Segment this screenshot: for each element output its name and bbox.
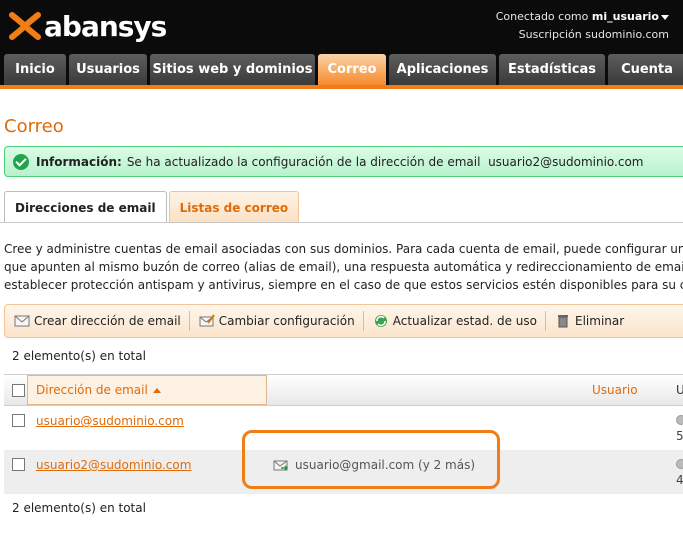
tab-cuenta[interactable]: Cuenta: [608, 54, 683, 85]
tab-usuarios[interactable]: Usuarios: [69, 54, 147, 85]
update-stats-button[interactable]: Actualizar estad. de uso: [364, 310, 545, 332]
tab-sitios-web[interactable]: Sitios web y dominios: [150, 54, 315, 85]
usage-value: 4: [676, 473, 683, 487]
column-email-label: Dirección de email: [36, 383, 148, 397]
username-menu[interactable]: mi_usuario: [592, 10, 659, 23]
email-link[interactable]: usuario2@sudominio.com: [36, 458, 191, 472]
delete-label: Eliminar: [575, 314, 625, 328]
subtab-divider: [0, 222, 683, 223]
message-label: Información:: [36, 154, 122, 169]
connected-label: Conectado como: [495, 10, 589, 23]
logo-text: abansys: [44, 9, 167, 43]
description-line: establecer protección antispam y antivir…: [4, 278, 683, 292]
description-line: Cree y administre cuentas de email asoci…: [4, 242, 683, 256]
update-stats-label: Actualizar estad. de uso: [392, 314, 537, 328]
tab-inicio[interactable]: Inicio: [4, 54, 66, 85]
create-email-label: Crear dirección de email: [34, 314, 181, 328]
tab-estadisticas[interactable]: Estadísticas: [499, 54, 605, 85]
top-header: abansys Conectado como mi_usuario Suscri…: [0, 0, 683, 88]
sort-ascending-icon: [152, 387, 161, 393]
toolbar: Crear dirección de email Cambiar configu…: [4, 304, 683, 338]
subscription-label[interactable]: Suscripción sudominio.com: [496, 26, 669, 44]
tab-listas-correo[interactable]: Listas de correo: [168, 191, 300, 223]
abansys-logo[interactable]: abansys: [8, 8, 167, 44]
envelope-icon: [14, 315, 30, 327]
user-info: Conectado como mi_usuario Suscripción su…: [496, 8, 669, 44]
highlight-box: [242, 430, 500, 489]
change-settings-button[interactable]: Cambiar configuración: [190, 310, 363, 332]
envelope-edit-icon: [199, 314, 215, 327]
usage-value: 5: [676, 429, 683, 443]
subtabs: Direcciones de email Listas de correo: [4, 191, 301, 223]
column-header-user[interactable]: Usuario: [592, 383, 638, 397]
message-text: Se ha actualizado la configuración de la…: [126, 154, 644, 169]
main-nav: Inicio Usuarios Sitios web y dominios Co…: [4, 54, 683, 85]
refresh-icon: [374, 315, 387, 327]
tab-aplicaciones[interactable]: Aplicaciones: [389, 54, 496, 85]
select-all-checkbox[interactable]: [12, 384, 25, 397]
page-description: Cree y administre cuentas de email asoci…: [4, 240, 683, 294]
total-count-top: 2 elemento(s) en total: [12, 349, 146, 363]
status-dot-icon: [676, 459, 683, 469]
create-email-button[interactable]: Crear dirección de email: [5, 310, 189, 332]
trash-icon: [558, 315, 568, 328]
change-settings-label: Cambiar configuración: [218, 314, 355, 328]
success-check-icon: [13, 153, 29, 170]
chevron-down-icon[interactable]: [661, 14, 669, 20]
description-line: que apunten al mismo buzón de correo (al…: [4, 260, 683, 274]
info-message: Información: Se ha actualizado la config…: [4, 146, 683, 177]
row-checkbox[interactable]: [12, 414, 25, 427]
column-header-usage[interactable]: U: [676, 383, 683, 397]
status-dot-icon: [676, 415, 683, 425]
total-count-bottom: 2 elemento(s) en total: [12, 501, 146, 515]
delete-button[interactable]: Eliminar: [546, 310, 632, 332]
row-checkbox[interactable]: [12, 458, 25, 471]
email-link[interactable]: usuario@sudominio.com: [36, 414, 184, 428]
table-header: Dirección de email Usuario U: [4, 374, 683, 406]
page-title: Correo: [4, 116, 64, 137]
nav-underline: [0, 85, 683, 89]
tab-direcciones-email[interactable]: Direcciones de email: [4, 191, 167, 223]
logo-mark-icon: [9, 12, 41, 40]
column-header-email[interactable]: Dirección de email: [27, 375, 267, 405]
tab-correo[interactable]: Correo: [318, 54, 386, 85]
